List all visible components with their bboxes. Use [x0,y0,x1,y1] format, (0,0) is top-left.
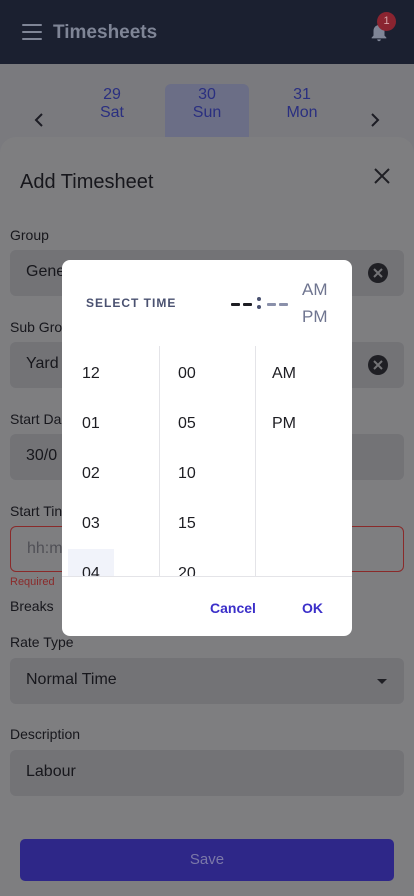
pm-toggle[interactable]: PM [302,307,328,327]
save-button[interactable]: Save [20,839,394,881]
hour-option[interactable]: 02 [82,465,152,483]
description-label: Description [10,726,81,742]
rate-type-label: Rate Type [10,634,74,650]
day-29[interactable]: 29 Sat [70,86,154,142]
chevron-right-icon[interactable] [370,113,380,127]
dialog-footer-divider [62,576,352,577]
day-31[interactable]: 31 Mon [260,86,344,142]
cancel-button[interactable]: Cancel [210,600,256,616]
time-display [230,291,292,313]
day-weekday: Mon [286,104,318,121]
minute-option[interactable]: 05 [178,415,248,433]
period-wheel[interactable]: AM PM [272,346,342,576]
breaks-label: Breaks [10,598,54,614]
ok-button[interactable]: OK [302,600,323,616]
required-error: Required [10,576,55,588]
dialog-title: SELECT TIME [86,296,177,310]
day-weekday: Sat [99,104,124,121]
hour-option[interactable]: 04 [82,565,152,576]
hour-digit[interactable] [231,303,240,306]
minute-digit[interactable] [267,303,276,306]
chevron-left-icon[interactable] [34,113,44,127]
clear-icon[interactable] [367,354,389,376]
period-option[interactable]: PM [272,415,342,433]
day-30-selected[interactable]: 30 Sun [165,84,249,144]
sheet-title: Add Timesheet [20,171,154,193]
group-label: Group [10,227,49,243]
minute-option[interactable]: 15 [178,515,248,533]
hour-option[interactable]: 03 [82,515,152,533]
minute-option[interactable]: 00 [178,365,248,383]
hour-option[interactable]: 01 [82,415,152,433]
close-icon[interactable] [372,166,392,186]
column-divider [255,346,256,576]
clear-icon[interactable] [367,262,389,284]
minute-option[interactable]: 10 [178,465,248,483]
column-divider [159,346,160,576]
minute-option[interactable]: 20 [178,565,248,576]
day-date: 30 [198,86,216,103]
start-date-label: Start Da [10,411,62,427]
time-separator [257,296,261,310]
chevron-down-icon [377,679,387,684]
notification-badge: 1 [377,12,396,31]
hour-option[interactable]: 12 [82,365,152,383]
start-time-label: Start Tin [10,503,63,519]
am-toggle[interactable]: AM [302,280,328,300]
page-title: Timesheets [53,22,158,43]
hour-wheel[interactable]: 12 01 02 03 04 [82,346,152,576]
period-option[interactable]: AM [272,365,342,383]
time-picker-dialog: SELECT TIME AM PM 12 01 02 03 04 00 05 1… [62,260,352,636]
menu-icon[interactable] [22,24,42,40]
subgroup-label: Sub Gro [10,319,63,335]
minute-digit[interactable] [279,303,288,306]
minute-wheel[interactable]: 00 05 10 15 20 [178,346,248,576]
rate-type-select[interactable]: Normal Time [10,658,404,704]
day-weekday: Sun [192,104,222,121]
day-date: 31 [293,86,311,103]
hour-digit[interactable] [243,303,252,306]
description-field[interactable]: Labour [10,750,404,796]
day-date: 29 [103,86,121,103]
